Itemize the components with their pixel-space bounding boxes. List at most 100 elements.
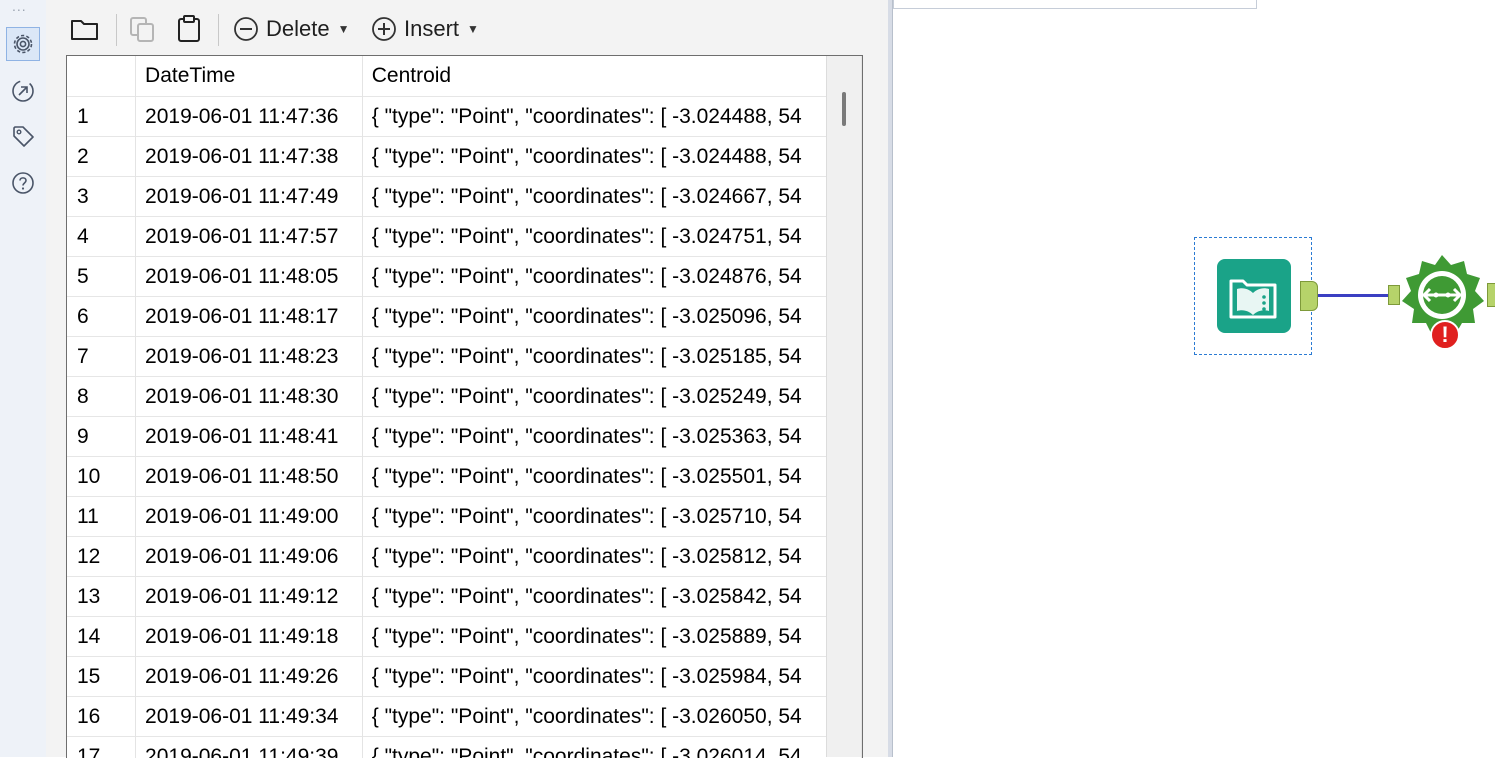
datetime-cell[interactable]: 2019-06-01 11:49:18: [136, 617, 363, 657]
row-number-cell[interactable]: 17: [67, 737, 136, 758]
centroid-cell[interactable]: { "type": "Point", "coordinates": [ -3.0…: [362, 377, 861, 417]
annotation-icon[interactable]: [6, 74, 40, 108]
output-anchor[interactable]: [1487, 283, 1495, 307]
paste-icon[interactable]: [174, 12, 204, 46]
table-row[interactable]: 12019-06-01 11:47:36{ "type": "Point", "…: [67, 97, 862, 137]
row-number-cell[interactable]: 4: [67, 217, 136, 257]
table-header-row: DateTime Centroid: [67, 56, 862, 97]
column-header-datetime[interactable]: DateTime: [136, 56, 363, 97]
row-number-cell[interactable]: 7: [67, 337, 136, 377]
table-row[interactable]: 112019-06-01 11:49:00{ "type": "Point", …: [67, 497, 862, 537]
datetime-cell[interactable]: 2019-06-01 11:47:57: [136, 217, 363, 257]
datetime-cell[interactable]: 2019-06-01 11:48:30: [136, 377, 363, 417]
row-number-cell[interactable]: 16: [67, 697, 136, 737]
table-row[interactable]: 152019-06-01 11:49:26{ "type": "Point", …: [67, 657, 862, 697]
datetime-cell[interactable]: 2019-06-01 11:49:12: [136, 577, 363, 617]
table-row[interactable]: 72019-06-01 11:48:23{ "type": "Point", "…: [67, 337, 862, 377]
table-row[interactable]: 32019-06-01 11:47:49{ "type": "Point", "…: [67, 177, 862, 217]
column-header-centroid[interactable]: Centroid: [362, 56, 861, 97]
table-row[interactable]: 132019-06-01 11:49:12{ "type": "Point", …: [67, 577, 862, 617]
tool-rail: ...: [0, 0, 47, 757]
table-row[interactable]: 102019-06-01 11:48:50{ "type": "Point", …: [67, 457, 862, 497]
centroid-cell[interactable]: { "type": "Point", "coordinates": [ -3.0…: [362, 497, 861, 537]
row-number-cell[interactable]: 14: [67, 617, 136, 657]
datetime-cell[interactable]: 2019-06-01 11:48:41: [136, 417, 363, 457]
row-number-cell[interactable]: 5: [67, 257, 136, 297]
minus-circle-icon: [232, 15, 260, 43]
datetime-cell[interactable]: 2019-06-01 11:47:38: [136, 137, 363, 177]
datetime-cell[interactable]: 2019-06-01 11:49:34: [136, 697, 363, 737]
datetime-cell[interactable]: 2019-06-01 11:49:00: [136, 497, 363, 537]
copy-icon[interactable]: [128, 12, 158, 46]
scrollbar-thumb[interactable]: [842, 92, 846, 126]
configuration-gear-icon[interactable]: [6, 27, 40, 61]
table-row[interactable]: 122019-06-01 11:49:06{ "type": "Point", …: [67, 537, 862, 577]
toolbar-separator: [116, 14, 117, 46]
datetime-cell[interactable]: 2019-06-01 11:47:36: [136, 97, 363, 137]
output-anchor[interactable]: [1300, 281, 1318, 311]
datetime-cell[interactable]: 2019-06-01 11:48:50: [136, 457, 363, 497]
centroid-cell[interactable]: { "type": "Point", "coordinates": [ -3.0…: [362, 737, 861, 758]
centroid-cell[interactable]: { "type": "Point", "coordinates": [ -3.0…: [362, 257, 861, 297]
row-number-cell[interactable]: 11: [67, 497, 136, 537]
chevron-down-icon: ▼: [467, 22, 479, 36]
datetime-cell[interactable]: 2019-06-01 11:48:17: [136, 297, 363, 337]
vertical-scrollbar[interactable]: [826, 56, 861, 757]
help-icon[interactable]: [6, 166, 40, 200]
centroid-cell[interactable]: { "type": "Point", "coordinates": [ -3.0…: [362, 537, 861, 577]
canvas-top-strip: [893, 0, 1257, 9]
table-row[interactable]: 82019-06-01 11:48:30{ "type": "Point", "…: [67, 377, 862, 417]
rail-grip[interactable]: ...: [12, 2, 27, 10]
datetime-cell[interactable]: 2019-06-01 11:49:26: [136, 657, 363, 697]
table-row[interactable]: 172019-06-01 11:49:39{ "type": "Point", …: [67, 737, 862, 758]
table-row[interactable]: 52019-06-01 11:48:05{ "type": "Point", "…: [67, 257, 862, 297]
insert-label: Insert: [404, 16, 459, 42]
row-number-cell[interactable]: 15: [67, 657, 136, 697]
workflow-canvas[interactable]: !: [893, 0, 1495, 757]
centroid-cell[interactable]: { "type": "Point", "coordinates": [ -3.0…: [362, 617, 861, 657]
centroid-cell[interactable]: { "type": "Point", "coordinates": [ -3.0…: [362, 697, 861, 737]
input-anchor[interactable]: [1388, 285, 1400, 305]
grid-toolbar: Delete ▼ Insert ▼: [46, 8, 888, 50]
centroid-cell[interactable]: { "type": "Point", "coordinates": [ -3.0…: [362, 297, 861, 337]
centroid-cell[interactable]: { "type": "Point", "coordinates": [ -3.0…: [362, 337, 861, 377]
delete-button[interactable]: Delete ▼: [232, 12, 349, 46]
connection-line[interactable]: [1318, 294, 1388, 297]
input-data-tool[interactable]: [1194, 237, 1312, 355]
table-row[interactable]: 142019-06-01 11:49:18{ "type": "Point", …: [67, 617, 862, 657]
open-folder-icon[interactable]: [70, 12, 100, 46]
table-row[interactable]: 92019-06-01 11:48:41{ "type": "Point", "…: [67, 417, 862, 457]
row-number-cell[interactable]: 2: [67, 137, 136, 177]
centroid-cell[interactable]: { "type": "Point", "coordinates": [ -3.0…: [362, 177, 861, 217]
table-row[interactable]: 162019-06-01 11:49:34{ "type": "Point", …: [67, 697, 862, 737]
centroid-cell[interactable]: { "type": "Point", "coordinates": [ -3.0…: [362, 137, 861, 177]
row-number-cell[interactable]: 8: [67, 377, 136, 417]
centroid-cell[interactable]: { "type": "Point", "coordinates": [ -3.0…: [362, 417, 861, 457]
table-row[interactable]: 42019-06-01 11:47:57{ "type": "Point", "…: [67, 217, 862, 257]
datetime-cell[interactable]: 2019-06-01 11:48:23: [136, 337, 363, 377]
centroid-cell[interactable]: { "type": "Point", "coordinates": [ -3.0…: [362, 457, 861, 497]
error-badge: !: [1430, 320, 1460, 350]
centroid-cell[interactable]: { "type": "Point", "coordinates": [ -3.0…: [362, 217, 861, 257]
row-number-cell[interactable]: 6: [67, 297, 136, 337]
datetime-cell[interactable]: 2019-06-01 11:49:39: [136, 737, 363, 758]
delete-label: Delete: [266, 16, 330, 42]
row-number-cell[interactable]: 3: [67, 177, 136, 217]
datetime-cell[interactable]: 2019-06-01 11:49:06: [136, 537, 363, 577]
centroid-cell[interactable]: { "type": "Point", "coordinates": [ -3.0…: [362, 657, 861, 697]
row-number-cell[interactable]: 10: [67, 457, 136, 497]
column-header-row-number[interactable]: [67, 56, 136, 97]
datetime-cell[interactable]: 2019-06-01 11:48:05: [136, 257, 363, 297]
table-row[interactable]: 62019-06-01 11:48:17{ "type": "Point", "…: [67, 297, 862, 337]
row-number-cell[interactable]: 13: [67, 577, 136, 617]
row-number-cell[interactable]: 12: [67, 537, 136, 577]
datetime-cell[interactable]: 2019-06-01 11:47:49: [136, 177, 363, 217]
insert-button[interactable]: Insert ▼: [370, 12, 479, 46]
data-grid[interactable]: DateTime Centroid 12019-06-01 11:47:36{ …: [66, 55, 863, 758]
tag-icon[interactable]: [6, 119, 40, 153]
row-number-cell[interactable]: 9: [67, 417, 136, 457]
table-row[interactable]: 22019-06-01 11:47:38{ "type": "Point", "…: [67, 137, 862, 177]
centroid-cell[interactable]: { "type": "Point", "coordinates": [ -3.0…: [362, 577, 861, 617]
row-number-cell[interactable]: 1: [67, 97, 136, 137]
centroid-cell[interactable]: { "type": "Point", "coordinates": [ -3.0…: [362, 97, 861, 137]
